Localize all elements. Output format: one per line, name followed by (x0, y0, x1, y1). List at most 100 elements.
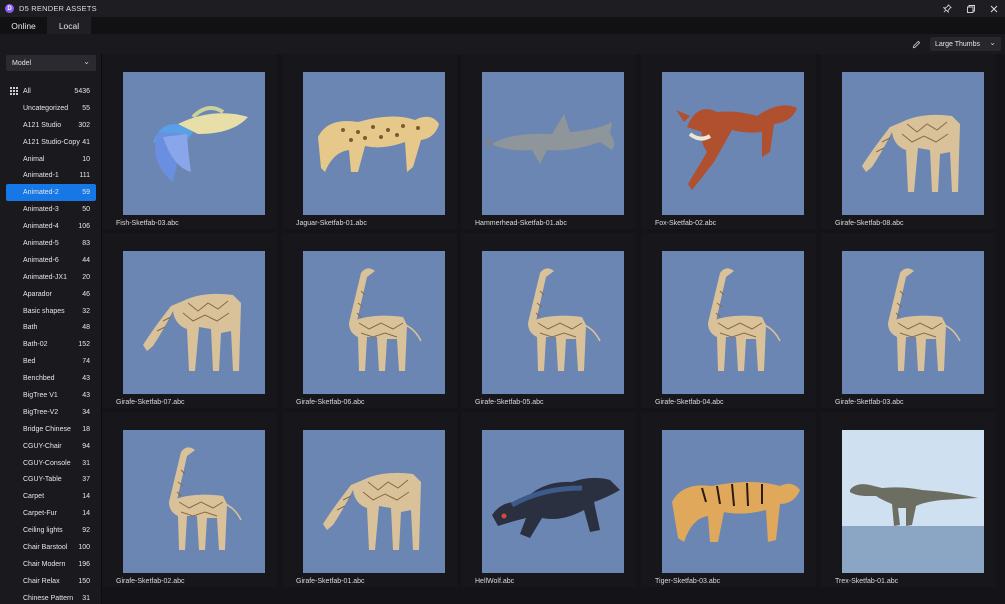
sidebar-item[interactable]: BigTree V1 43 (6, 387, 96, 404)
asset-thumbnail (303, 430, 445, 573)
asset-name: Tiger-Sketfab-03.abc (655, 578, 721, 585)
sidebar-item-label: Bridge Chinese (23, 425, 71, 433)
sidebar-item[interactable]: Bridge Chinese 18 (6, 421, 96, 438)
sidebar-item-label: Bed (23, 358, 36, 366)
sidebar-item[interactable]: Carpet-Fur 14 (6, 505, 96, 522)
asset-card[interactable]: Girafe-Sketfab-08.abc (821, 54, 996, 229)
asset-card[interactable]: Girafe-Sketfab-07.abc (102, 233, 277, 408)
sidebar-item[interactable]: Animated-JX1 20 (6, 269, 96, 286)
sidebar-item[interactable]: Chair Modern 196 (6, 556, 96, 573)
sidebar-item-label: All (23, 87, 31, 95)
sidebar-item[interactable]: Basic shapes 32 (6, 303, 96, 320)
sidebar-item-label: Animated-3 (23, 206, 59, 214)
asset-name: Girafe-Sketfab-03.abc (835, 399, 904, 406)
asset-name: HellWolf.abc (475, 578, 515, 585)
pin-button[interactable] (936, 0, 959, 17)
sidebar-item-label: Carpet (23, 493, 45, 501)
sidebar-item-count: 55 (82, 104, 90, 112)
sidebar-item[interactable]: Animated-3 50 (6, 201, 96, 218)
asset-card[interactable]: Girafe-Sketfab-01.abc (282, 412, 457, 587)
asset-card[interactable]: Fox-Sketfab-02.abc (641, 54, 816, 229)
sidebar-item-label: BigTree V1 (23, 391, 58, 399)
close-button[interactable] (982, 0, 1005, 17)
asset-thumbnail (662, 251, 804, 394)
asset-name: Girafe-Sketfab-06.abc (296, 399, 365, 406)
edit-button[interactable] (910, 38, 922, 50)
app-title: D5 RENDER ASSETS (19, 4, 97, 13)
sidebar-item[interactable]: A121 Studio 302 (6, 117, 96, 134)
sidebar-item[interactable]: Animated-6 44 (6, 252, 96, 269)
asset-card[interactable]: Fish-Sketfab-03.abc (102, 54, 277, 229)
asset-name: Fish-Sketfab-03.abc (116, 220, 179, 227)
sidebar-item-label: A121 Studio-Copy (23, 138, 80, 146)
sidebar-item[interactable]: Bath-02 152 (6, 336, 96, 353)
sidebar-item-count: 14 (82, 510, 90, 518)
sidebar-item-label: Carpet-Fur (23, 510, 57, 518)
sidebar-item[interactable]: All 5436 (6, 83, 96, 100)
asset-card[interactable]: Girafe-Sketfab-02.abc (102, 412, 277, 587)
asset-name: Girafe-Sketfab-05.abc (475, 399, 544, 406)
sidebar-item[interactable]: CGUY-Console 31 (6, 455, 96, 472)
asset-card[interactable]: Girafe-Sketfab-03.abc (821, 233, 996, 408)
tab-local[interactable]: Local (47, 17, 91, 34)
asset-thumbnail (482, 251, 624, 394)
sidebar-item[interactable]: A121 Studio-Copy 41 (6, 134, 96, 151)
sidebar-item[interactable]: BigTree-V2 34 (6, 404, 96, 421)
asset-thumbnail (123, 72, 265, 215)
sidebar-item[interactable]: Animated-2 59 (6, 184, 96, 202)
sidebar-item[interactable]: Chair Barstool 100 (6, 539, 96, 556)
sidebar-item-count: 46 (82, 290, 90, 298)
sidebar-item-label: Animated-JX1 (23, 273, 67, 281)
sidebar-item-label: BigTree-V2 (23, 408, 59, 416)
sidebar-item-count: 34 (82, 408, 90, 416)
sidebar-item[interactable]: CGUY-Chair 94 (6, 438, 96, 455)
sidebar-item[interactable]: Chinese Pattern 31 (6, 590, 96, 604)
asset-card[interactable]: Girafe-Sketfab-06.abc (282, 233, 457, 408)
sidebar-item[interactable]: Bed 74 (6, 353, 96, 370)
sidebar-item[interactable]: Chair Relax 150 (6, 573, 96, 590)
sidebar-item-count: 18 (82, 425, 90, 433)
close-icon (990, 5, 997, 12)
asset-name: Trex-Sketfab-01.abc (835, 578, 899, 585)
pencil-icon (912, 40, 920, 48)
sidebar-item[interactable]: Uncategorized 55 (6, 100, 96, 117)
sidebar-item-label: Benchbed (23, 375, 55, 383)
asset-name: Hammerhead-Sketfab-01.abc (475, 220, 567, 227)
title-bar: D D5 RENDER ASSETS (0, 0, 1005, 17)
view-mode-select[interactable]: Large Thumbs ⌄ (930, 37, 1001, 51)
asset-card[interactable]: Tiger-Sketfab-03.abc (641, 412, 816, 587)
sidebar-item-count: 48 (82, 324, 90, 332)
sidebar-item-count: 5436 (74, 87, 90, 95)
category-type-select[interactable]: Model ⌄ (6, 55, 96, 71)
sidebar-item[interactable]: Ceiling lights 92 (6, 522, 96, 539)
sidebar-item-count: 150 (78, 577, 90, 585)
category-type-label: Model (12, 59, 32, 67)
asset-thumbnail (123, 430, 265, 573)
asset-name: Girafe-Sketfab-08.abc (835, 220, 904, 227)
asset-thumbnail (662, 430, 804, 573)
asset-card[interactable]: HellWolf.abc (461, 412, 636, 587)
sidebar-item[interactable]: Animal 10 (6, 151, 96, 168)
asset-card[interactable]: Trex-Sketfab-01.abc (821, 412, 996, 587)
sidebar-item-label: Animated-6 (23, 256, 59, 264)
sidebar-item[interactable]: Animated-1 111 (6, 167, 96, 184)
sidebar-item-label: Aparador (23, 290, 52, 298)
sidebar-item[interactable]: Aparador 46 (6, 286, 96, 303)
sidebar-item-label: Animal (23, 155, 45, 163)
tab-online[interactable]: Online (0, 17, 47, 34)
sidebar-item[interactable]: CGUY-Table 37 (6, 471, 96, 488)
asset-card[interactable]: Hammerhead-Sketfab-01.abc (461, 54, 636, 229)
sidebar-item-label: Uncategorized (23, 104, 69, 112)
category-list: All 5436 Uncategorized 55 A121 Studio 302 A121… (6, 83, 96, 604)
asset-card[interactable]: Jaguar-Sketfab-01.abc (282, 54, 457, 229)
sidebar-item[interactable]: Animated-5 83 (6, 235, 96, 252)
sidebar-item[interactable]: Benchbed 43 (6, 370, 96, 387)
restore-button[interactable] (959, 0, 982, 17)
asset-card[interactable]: Girafe-Sketfab-04.abc (641, 233, 816, 408)
sidebar-item[interactable]: Bath 48 (6, 319, 96, 336)
sidebar-item[interactable]: Carpet 14 (6, 488, 96, 505)
sidebar-item-label: CGUY-Console (23, 459, 71, 467)
asset-thumbnail (482, 430, 624, 573)
asset-card[interactable]: Girafe-Sketfab-05.abc (461, 233, 636, 408)
sidebar-item[interactable]: Animated-4 106 (6, 218, 96, 235)
